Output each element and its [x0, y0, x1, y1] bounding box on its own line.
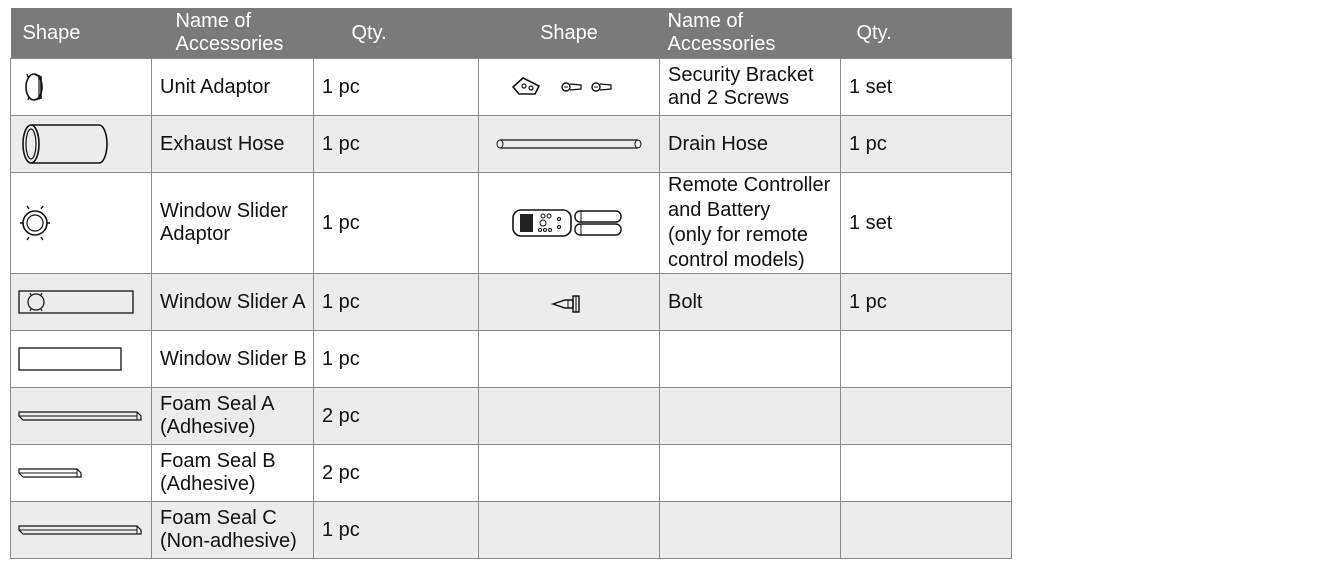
- empty-cell: [659, 330, 841, 388]
- accessory-qty: 2 pc: [313, 444, 479, 502]
- window-slider-b-icon: [18, 347, 122, 371]
- empty-cell: [478, 387, 660, 445]
- header-name-left: Name of Accessories: [151, 8, 314, 59]
- accessory-qty: 1 pc: [313, 501, 479, 559]
- shape-cell: [10, 172, 152, 274]
- empty-cell: [478, 501, 660, 559]
- accessory-name: Foam Seal C (Non-adhesive): [151, 501, 314, 559]
- foam-seal-c-icon: [18, 525, 142, 535]
- accessory-name: Window Slider B: [151, 330, 314, 388]
- accessory-name: Drain Hose: [659, 115, 841, 173]
- accessory-name: Bolt: [659, 273, 841, 331]
- empty-cell: [840, 444, 1012, 502]
- accessories-table-wrapper: Shape Name of Accessories Qty. Shape Nam…: [10, 8, 1012, 559]
- table-row: Window Slider A 1 pc Bolt 1 pc: [10, 273, 1012, 331]
- window-slider-adaptor-icon: [20, 205, 50, 241]
- table-row: Foam Seal A (Adhesive) 2 pc: [10, 387, 1012, 445]
- accessory-qty: 1 pc: [313, 273, 479, 331]
- empty-cell: [840, 387, 1012, 445]
- foam-seal-b-icon: [18, 468, 82, 478]
- table-row: Window Slider B 1 pc: [10, 330, 1012, 388]
- accessory-qty: 1 pc: [313, 115, 479, 173]
- accessories-table: Shape Name of Accessories Qty. Shape Nam…: [10, 8, 1012, 559]
- empty-cell: [478, 444, 660, 502]
- shape-cell: [478, 58, 660, 116]
- accessory-name: Foam Seal A (Adhesive): [151, 387, 314, 445]
- shape-cell: [478, 172, 660, 274]
- accessory-name-line1: Remote Controller and Battery: [668, 174, 831, 221]
- shape-cell: [10, 330, 152, 388]
- header-name-right: Name of Accessories: [659, 8, 841, 59]
- window-slider-a-icon: [18, 290, 134, 314]
- accessory-qty: 1 set: [840, 58, 1012, 116]
- table-row: Foam Seal C (Non-adhesive) 1 pc: [10, 501, 1012, 559]
- header-shape-right: Shape: [478, 8, 660, 59]
- accessory-qty: 1 set: [840, 172, 1012, 274]
- empty-cell: [840, 330, 1012, 388]
- accessory-name: Exhaust Hose: [151, 115, 314, 173]
- shape-cell: [10, 115, 152, 173]
- empty-cell: [659, 387, 841, 445]
- accessory-name: Window Slider A: [151, 273, 314, 331]
- shape-cell: [10, 501, 152, 559]
- accessory-qty: 2 pc: [313, 387, 479, 445]
- accessory-qty: 1 pc: [313, 172, 479, 274]
- shape-cell: [10, 58, 152, 116]
- empty-cell: [478, 330, 660, 388]
- accessory-name-multiline: Remote Controller and Battery (only for …: [659, 172, 841, 274]
- empty-cell: [659, 444, 841, 502]
- table-row: Unit Adaptor 1 pc Security Bracket and 2…: [10, 58, 1012, 116]
- bolt-icon: [550, 295, 580, 313]
- accessory-qty: 1 pc: [313, 330, 479, 388]
- header-qty-left: Qty.: [313, 8, 479, 59]
- accessory-qty: 1 pc: [313, 58, 479, 116]
- shape-cell: [10, 387, 152, 445]
- table-row: Exhaust Hose 1 pc Drain Hose 1 pc: [10, 115, 1012, 173]
- accessory-name: Foam Seal B (Adhesive): [151, 444, 314, 502]
- header-row: Shape Name of Accessories Qty. Shape Nam…: [10, 8, 1012, 59]
- table-row: Window Slider Adaptor 1 pc Remote Contro…: [10, 172, 1012, 274]
- accessory-qty: 1 pc: [840, 115, 1012, 173]
- security-bracket-screws-icon: [511, 77, 612, 95]
- accessory-qty: 1 pc: [840, 273, 1012, 331]
- accessory-name: Unit Adaptor: [151, 58, 314, 116]
- shape-cell: [10, 444, 152, 502]
- header-shape-left: Shape: [10, 8, 152, 59]
- empty-cell: [659, 501, 841, 559]
- shape-cell: [478, 115, 660, 173]
- foam-seal-a-icon: [18, 411, 142, 421]
- header-qty-right: Qty.: [840, 8, 1012, 59]
- drain-hose-icon: [496, 139, 642, 149]
- accessory-name: Window Slider Adaptor: [151, 172, 314, 274]
- unit-adaptor-icon: [25, 73, 43, 101]
- exhaust-hose-icon: [22, 124, 108, 164]
- shape-cell: [478, 273, 660, 331]
- accessory-name: Security Bracket and 2 Screws: [659, 58, 841, 116]
- shape-cell: [10, 273, 152, 331]
- remote-controller-battery-icon: [512, 209, 622, 237]
- empty-cell: [840, 501, 1012, 559]
- accessory-name-line2: (only for remote control models): [668, 224, 809, 271]
- table-row: Foam Seal B (Adhesive) 2 pc: [10, 444, 1012, 502]
